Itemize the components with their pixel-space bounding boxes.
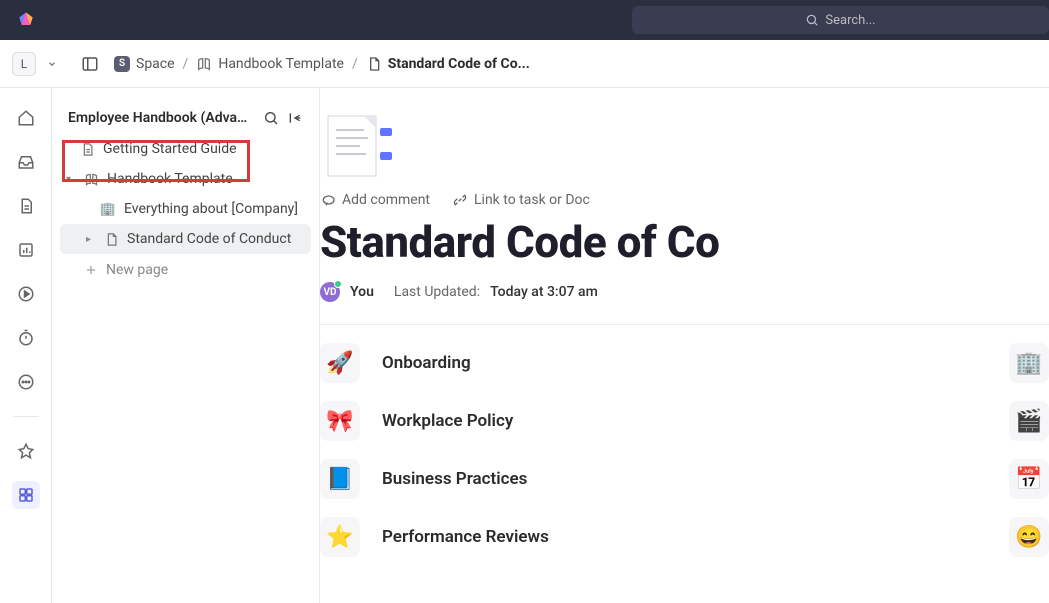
search-icon [805, 13, 819, 27]
grid-icon [17, 486, 35, 504]
rail-inbox[interactable] [12, 148, 40, 176]
section-label: Business Practices [382, 469, 527, 489]
timer-icon [17, 329, 35, 347]
section-right-icon[interactable]: 🏢 [1009, 343, 1049, 383]
crumb-label: Space [136, 56, 175, 72]
section-label: Performance Reviews [382, 527, 549, 547]
section-workplace-policy[interactable]: 🎀 Workplace Policy [320, 401, 513, 441]
home-icon [17, 109, 35, 127]
collapse-icon[interactable] [287, 110, 303, 126]
doc-icon [17, 197, 35, 215]
rail-timesheets[interactable] [12, 324, 40, 352]
link-task-button[interactable]: Link to task or Doc [452, 192, 590, 208]
toggle-panel-button[interactable] [76, 50, 104, 78]
search-placeholder: Search... [825, 13, 875, 28]
caret-right-icon[interactable]: ▸ [86, 234, 96, 245]
section-business-practices[interactable]: 📘 Business Practices [320, 459, 527, 499]
panel-icon [81, 55, 99, 73]
link-task-label: Link to task or Doc [474, 192, 590, 208]
global-search[interactable]: Search... [632, 6, 1049, 34]
rocket-icon: 🚀 [320, 343, 360, 383]
chevron-down-icon [47, 59, 57, 69]
office-icon: 🏢 [100, 201, 116, 217]
rail-separator [13, 416, 39, 417]
crumb-label: Standard Code of Co... [388, 56, 530, 72]
rail-docs[interactable] [12, 192, 40, 220]
caret-down-icon[interactable]: ▾ [66, 174, 76, 185]
crumb-handbook[interactable]: Handbook Template [196, 56, 344, 72]
sidebar-item-handbook-template[interactable]: ▾ Handbook Template [60, 164, 311, 194]
comment-icon [320, 192, 336, 208]
updated-value: Today at 3:07 am [490, 284, 598, 300]
book-icon [196, 56, 212, 72]
doc-icon [80, 142, 95, 157]
new-page-button[interactable]: New page [60, 254, 311, 286]
updated-label: Last Updated: [394, 284, 480, 300]
chart-icon [17, 241, 35, 259]
crumb-label: Handbook Template [218, 56, 344, 72]
section-right-icon[interactable]: 🎬 [1009, 401, 1049, 441]
add-comment-label: Add comment [342, 192, 430, 208]
sidebar: Employee Handbook (Advanc... Getting Sta… [52, 88, 320, 603]
section-onboarding[interactable]: 🚀 Onboarding [320, 343, 471, 383]
section-label: Workplace Policy [382, 411, 513, 431]
crumb-sep: / [352, 56, 358, 72]
avatar[interactable]: VD [320, 282, 340, 302]
doc-icon [104, 232, 119, 247]
breadcrumb-bar: L S Space / Handbook Template / Standard… [0, 40, 1049, 88]
rail-home[interactable] [12, 104, 40, 132]
sidebar-item-label: Handbook Template [107, 171, 233, 187]
book-icon: 📘 [320, 459, 360, 499]
sidebar-item-getting-started[interactable]: Getting Started Guide [60, 134, 311, 164]
sidebar-item-code-of-conduct[interactable]: ▸ Standard Code of Conduct [60, 224, 311, 254]
breadcrumb: S Space / Handbook Template / Standard C… [114, 56, 530, 72]
rail-more[interactable] [12, 368, 40, 396]
document-meta: VD You Last Updated: Today at 3:07 am [320, 282, 1049, 302]
app-logo[interactable] [0, 10, 52, 30]
space-icon: S [114, 56, 130, 72]
author-label: You [350, 284, 374, 300]
link-icon [452, 192, 468, 208]
document-icon [320, 108, 400, 180]
topbar: Search... [0, 0, 1049, 40]
crumb-space[interactable]: S Space [114, 56, 175, 72]
rail-spaces[interactable] [12, 481, 40, 509]
rail-favorites[interactable] [12, 437, 40, 465]
crumb-current[interactable]: Standard Code of Co... [366, 56, 530, 72]
document-main: Add comment Link to task or Doc Standard… [320, 88, 1049, 603]
sidebar-title: Employee Handbook (Advanc... [68, 110, 255, 126]
section-links: 🚀 Onboarding 🏢 🎀 Workplace Policy 🎬 📘 [320, 343, 1049, 557]
inbox-icon [17, 153, 35, 171]
workspace-badge[interactable]: L [12, 52, 36, 76]
section-label: Onboarding [382, 353, 471, 373]
sidebar-item-about-company[interactable]: 🏢 Everything about [Company] [60, 194, 311, 224]
document-hero-icon[interactable] [320, 108, 400, 180]
star-icon: ⭐ [320, 517, 360, 557]
section-right-icon[interactable]: 📅 [1009, 459, 1049, 499]
workspace-dropdown[interactable] [40, 52, 64, 76]
section-right-icon[interactable]: 😄 [1009, 517, 1049, 557]
sidebar-item-label: Getting Started Guide [103, 141, 237, 157]
play-icon [17, 285, 35, 303]
add-comment-button[interactable]: Add comment [320, 192, 430, 208]
sidebar-header[interactable]: Employee Handbook (Advanc... [60, 102, 311, 134]
plus-icon [84, 263, 98, 277]
document-actions: Add comment Link to task or Doc [320, 192, 1049, 208]
sidebar-item-label: Standard Code of Conduct [127, 231, 291, 247]
rail-dashboards[interactable] [12, 236, 40, 264]
ribbon-icon: 🎀 [320, 401, 360, 441]
book-icon [84, 172, 99, 187]
divider [320, 324, 1049, 325]
star-icon [17, 442, 35, 460]
crumb-sep: / [183, 56, 189, 72]
page-title[interactable]: Standard Code of Co [320, 216, 1049, 268]
new-page-label: New page [106, 262, 168, 278]
sidebar-item-label: Everything about [Company] [124, 201, 298, 217]
doc-icon [366, 56, 382, 72]
section-performance-reviews[interactable]: ⭐ Performance Reviews [320, 517, 549, 557]
rail-clips[interactable] [12, 280, 40, 308]
more-icon [17, 373, 35, 391]
left-rail [0, 88, 52, 603]
search-icon[interactable] [263, 110, 279, 126]
